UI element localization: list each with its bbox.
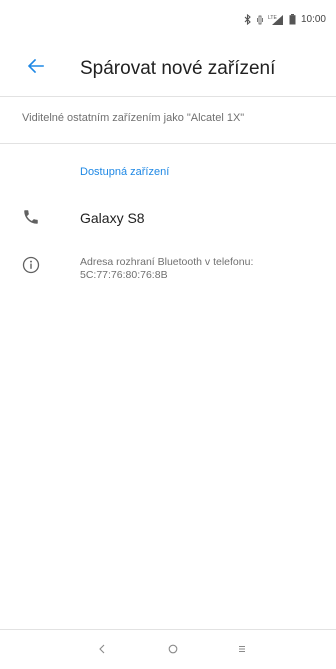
nav-recents-button[interactable] [232, 640, 252, 660]
header-divider [0, 96, 336, 97]
status-time: 10:00 [300, 14, 326, 25]
info-text: Adresa rozhraní Bluetooth v telefonu: 5C… [80, 256, 320, 282]
signal-badge: LTE [268, 15, 277, 21]
page-title: Spárovat nové zařízení [80, 58, 276, 79]
nav-home-button[interactable] [163, 640, 183, 660]
back-button[interactable] [24, 56, 48, 80]
device-item-galaxy-s8[interactable]: Galaxy S8 [0, 196, 336, 240]
device-name: Galaxy S8 [80, 210, 145, 226]
visibility-text: Viditelné ostatním zařízením jako "Alcat… [22, 112, 245, 124]
navigation-bar [0, 630, 336, 669]
signal-icon: LTE [268, 14, 284, 25]
bluetooth-icon [244, 14, 252, 25]
available-devices-header: Dostupná zařízení [80, 166, 170, 178]
bluetooth-address: 5C:77:76:80:76:8B [80, 269, 168, 281]
battery-icon [289, 14, 296, 25]
phone-icon [22, 208, 40, 226]
info-icon [22, 256, 40, 274]
info-line-1: Adresa rozhraní Bluetooth v telefonu: [80, 256, 254, 268]
recents-icon [237, 641, 247, 659]
status-bar: LTE 10:00 [0, 0, 336, 28]
arrow-back-icon [27, 58, 44, 78]
status-icons: LTE 10:00 [244, 14, 326, 25]
vibrate-icon [257, 15, 263, 25]
back-icon [98, 641, 106, 659]
bluetooth-address-info: Adresa rozhraní Bluetooth v telefonu: 5C… [0, 252, 336, 292]
home-icon [168, 641, 178, 659]
section-divider [0, 143, 336, 144]
app-bar: Spárovat nové zařízení [0, 52, 336, 88]
nav-back-button[interactable] [92, 640, 112, 660]
